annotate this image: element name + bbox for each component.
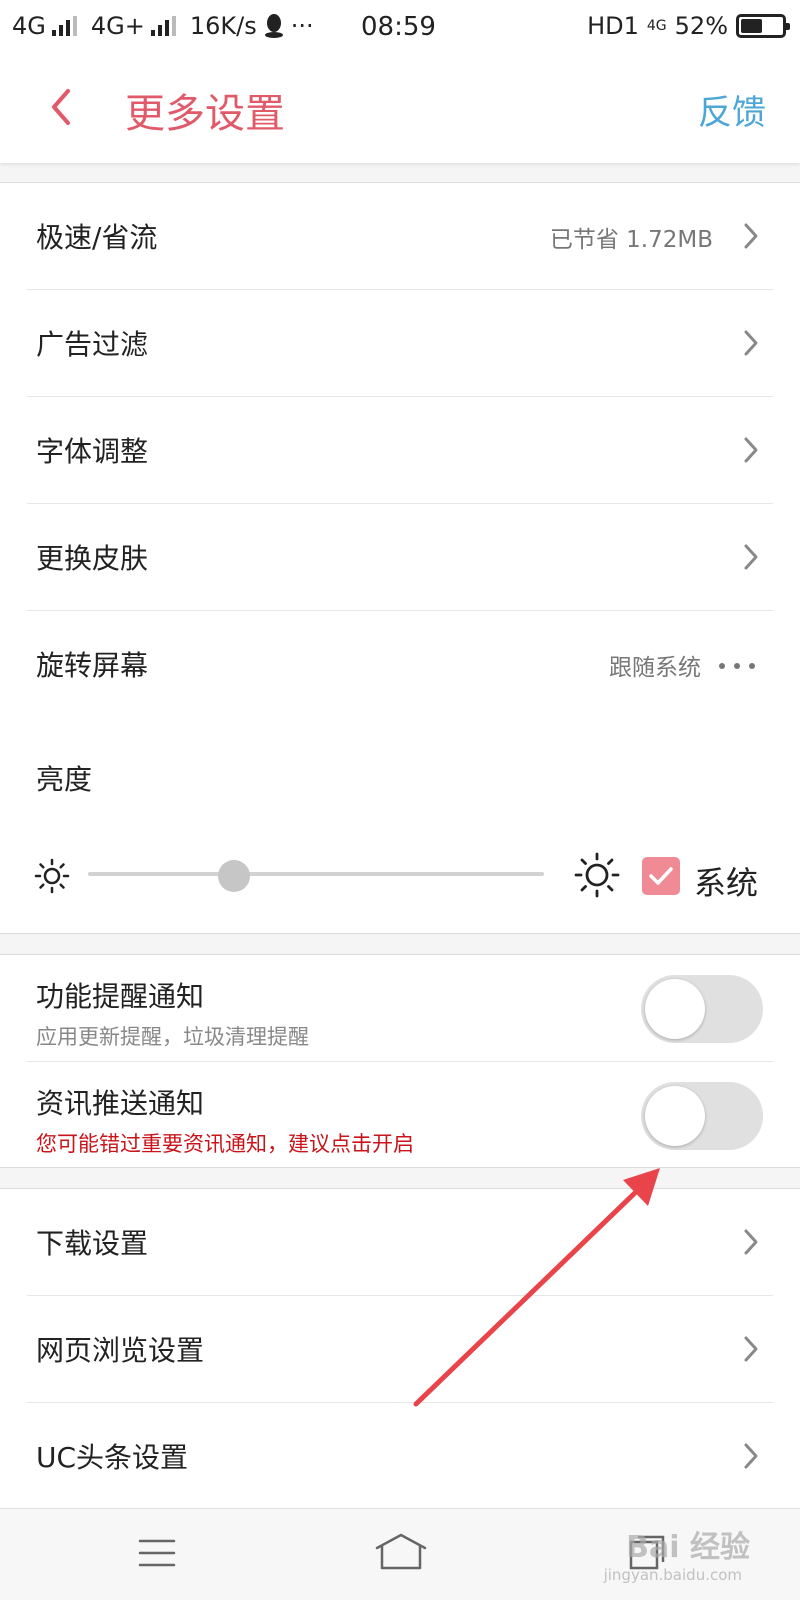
checkmark-icon xyxy=(649,867,673,885)
app-header: 更多设置 反馈 xyxy=(0,55,800,163)
signal-icon-2 xyxy=(150,16,176,36)
baidu-watermark-url: jingyan.baidu.com xyxy=(603,1566,742,1584)
setting-row-font-size[interactable]: 字体调整 xyxy=(27,397,773,504)
status-bar: 4G 4G+ 16K/s ··· 08:59 HD1 4G 52% xyxy=(0,0,800,55)
feedback-button[interactable]: 反馈 xyxy=(698,85,766,134)
setting-row-rotate-screen[interactable]: 旋转屏幕 跟随系统 xyxy=(27,611,773,718)
clock: 08:59 xyxy=(361,12,436,42)
signal-icon xyxy=(51,16,77,36)
notification-warning: 您可能错过重要资讯通知，建议点击开启 xyxy=(36,1132,414,1156)
notification-title: 资讯推送通知 xyxy=(36,1087,205,1120)
setting-label: 广告过滤 xyxy=(36,328,149,361)
page-title: 更多设置 xyxy=(125,91,285,137)
notification-title: 功能提醒通知 xyxy=(36,980,205,1013)
notification-row-news[interactable]: 资讯推送通知 您可能错过重要资讯通知，建议点击开启 xyxy=(27,1062,773,1169)
chevron-right-icon xyxy=(744,1229,758,1255)
network-1-label: 4G xyxy=(12,12,46,40)
news-notification-toggle[interactable] xyxy=(641,1082,763,1150)
brightness-slider-track[interactable] xyxy=(88,872,544,876)
chevron-right-icon xyxy=(744,1336,758,1362)
system-brightness-checkbox[interactable] xyxy=(642,857,680,895)
network-2-label: 4G+ xyxy=(90,12,145,40)
brightness-label: 亮度 xyxy=(36,763,93,796)
notification-row-feature[interactable]: 功能提醒通知 应用更新提醒，垃圾清理提醒 xyxy=(27,955,773,1062)
settings-section-general: 极速/省流 已节省 1.72MB 广告过滤 字体调整 更换皮肤 旋转屏幕 跟随系… xyxy=(0,182,800,934)
chevron-right-icon xyxy=(744,1443,758,1469)
setting-row-download[interactable]: 下载设置 xyxy=(27,1189,773,1296)
baidu-watermark: Bai 经验 xyxy=(626,1530,750,1565)
setting-label: 网页浏览设置 xyxy=(36,1334,205,1367)
brightness-slider-thumb[interactable] xyxy=(217,860,250,892)
system-brightness-label: 系统 xyxy=(694,864,759,902)
chevron-right-icon xyxy=(744,544,758,570)
setting-row-skin[interactable]: 更换皮肤 xyxy=(27,504,773,611)
setting-row-ad-filter[interactable]: 广告过滤 xyxy=(27,290,773,397)
setting-label: 字体调整 xyxy=(36,435,149,468)
toggle-knob xyxy=(645,979,705,1039)
toggle-knob xyxy=(645,1086,705,1146)
setting-row-web-browsing[interactable]: 网页浏览设置 xyxy=(27,1296,773,1403)
chevron-right-icon xyxy=(744,223,758,249)
setting-label: UC头条设置 xyxy=(36,1441,189,1474)
settings-section-notifications: 功能提醒通知 应用更新提醒，垃圾清理提醒 资讯推送通知 您可能错过重要资讯通知，… xyxy=(0,954,800,1168)
setting-label: 极速/省流 xyxy=(36,221,158,254)
battery-icon xyxy=(736,14,790,38)
more-notifications-label: ··· xyxy=(290,12,314,40)
back-arrow-icon[interactable] xyxy=(40,77,86,137)
setting-label: 更换皮肤 xyxy=(36,542,149,575)
menu-icon[interactable] xyxy=(138,1537,176,1569)
setting-value: 已节省 1.72MB xyxy=(549,227,713,253)
speed-label: 16K/s xyxy=(189,12,257,40)
setting-row-uc-headlines[interactable]: UC头条设置 xyxy=(27,1403,773,1510)
setting-row-speed-mode[interactable]: 极速/省流 已节省 1.72MB xyxy=(27,183,773,290)
settings-page: 4G 4G+ 16K/s ··· 08:59 HD1 4G 52% 更多设置 反… xyxy=(0,0,800,1600)
setting-label: 旋转屏幕 xyxy=(36,649,149,682)
brightness-high-icon xyxy=(574,852,620,898)
settings-section-more: 下载设置 网页浏览设置 UC头条设置 xyxy=(0,1188,800,1518)
home-icon[interactable] xyxy=(374,1532,428,1572)
hd-label: HD1 xyxy=(587,12,639,40)
setting-value: 跟随系统 xyxy=(609,655,701,681)
chevron-right-icon xyxy=(744,437,758,463)
brightness-low-icon xyxy=(34,858,70,894)
qq-icon xyxy=(264,14,283,38)
setting-label: 下载设置 xyxy=(36,1227,149,1260)
battery-percent: 52% xyxy=(674,12,728,40)
net-small-label: 4G xyxy=(646,18,667,34)
more-dots-icon[interactable] xyxy=(719,663,755,669)
chevron-right-icon xyxy=(744,330,758,356)
notification-subtitle: 应用更新提醒，垃圾清理提醒 xyxy=(36,1025,309,1049)
feature-notification-toggle[interactable] xyxy=(641,975,763,1043)
